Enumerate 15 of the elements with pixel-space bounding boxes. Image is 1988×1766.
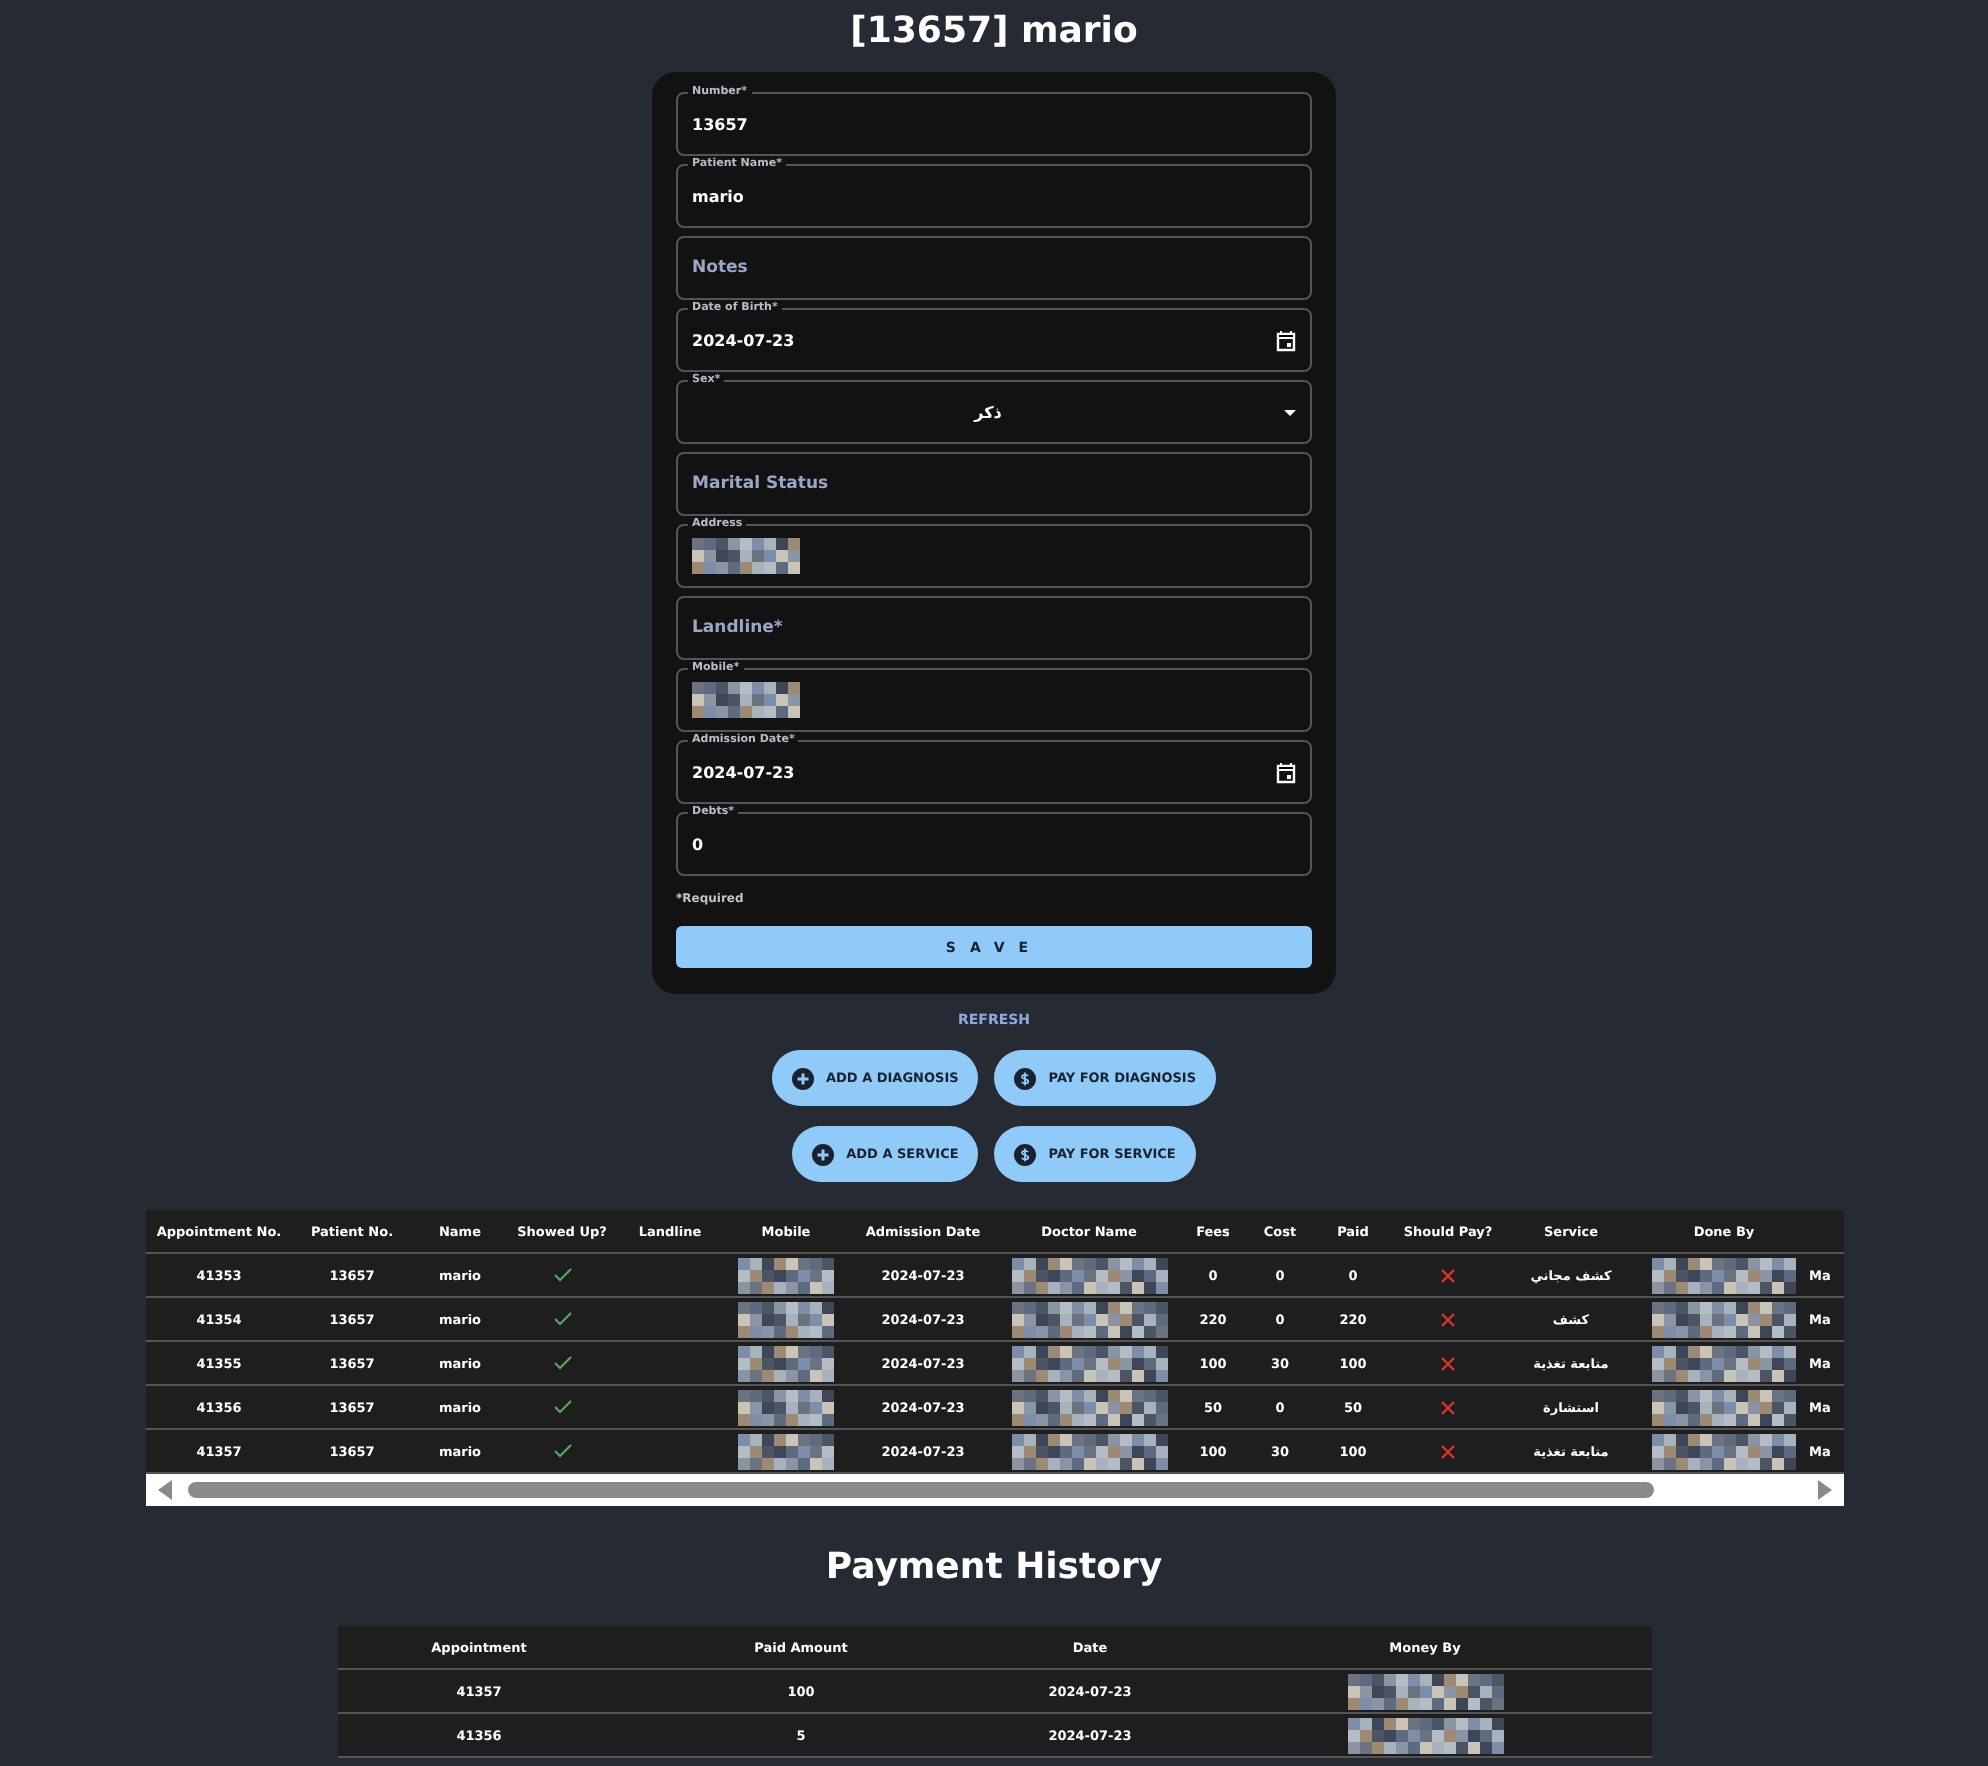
calendar-icon[interactable] [1276,761,1296,783]
calendar-icon[interactable] [1276,329,1296,351]
dollar-circle-icon [1014,1143,1037,1165]
page-title: [13657] mario [850,10,1138,54]
scroll-right-icon[interactable] [1817,1480,1831,1500]
text-field[interactable]: Notes [676,236,1312,300]
section-title: Payment History [825,1546,1163,1590]
dollar-circle-icon [1014,1067,1037,1089]
plus-circle-icon [791,1067,814,1089]
text-field[interactable]: Marital Status [676,452,1312,516]
scrollbar-thumb[interactable] [187,1482,1653,1498]
text-field[interactable]: Landline* [676,596,1312,660]
dropdown-caret-icon [1284,409,1296,415]
plus-circle-icon [812,1143,835,1165]
scroll-left-icon[interactable] [157,1480,171,1500]
